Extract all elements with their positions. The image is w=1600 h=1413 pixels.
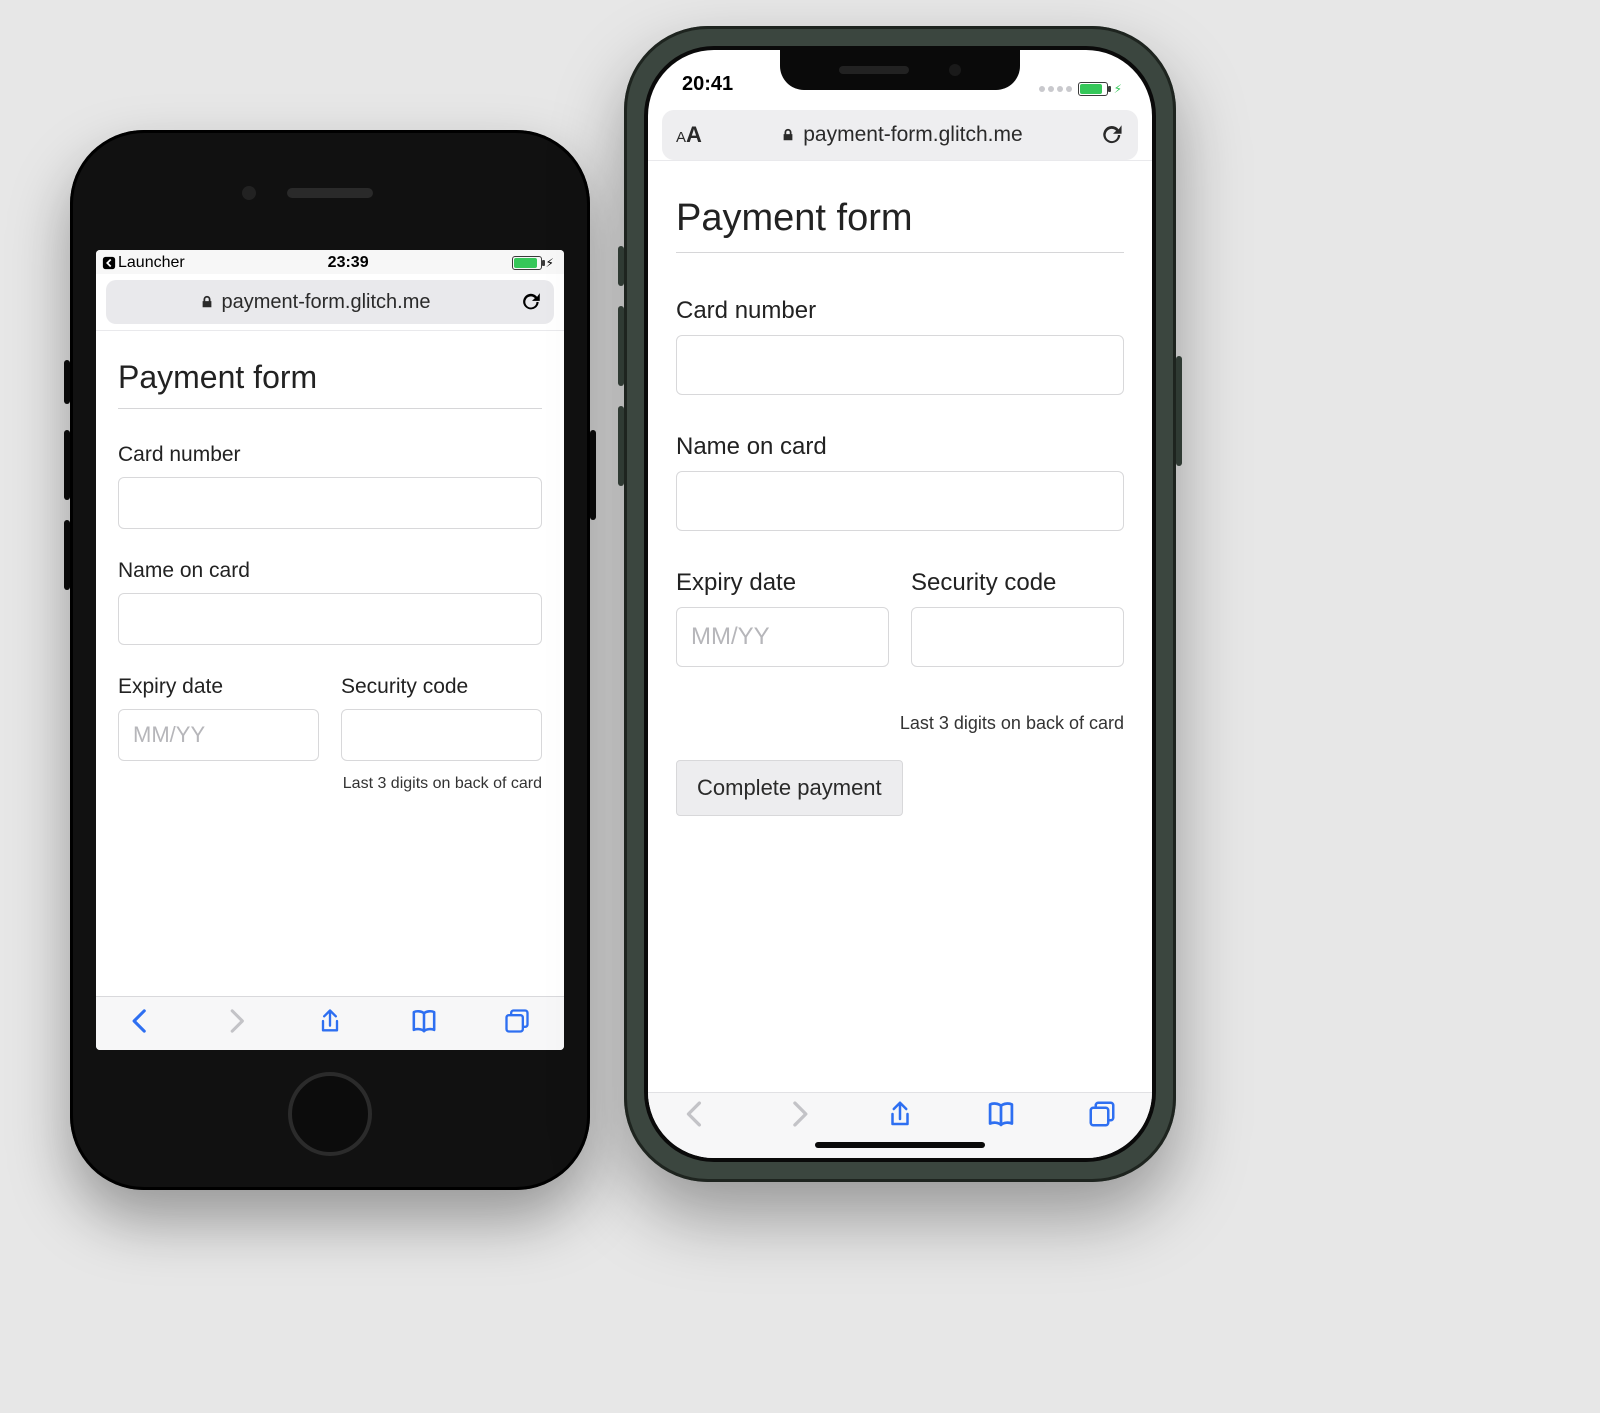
page-title: Payment form — [118, 359, 542, 409]
nav-back-button[interactable] — [129, 1007, 157, 1040]
page-title: Payment form — [676, 197, 1124, 253]
bookmarks-button[interactable] — [410, 1007, 438, 1040]
name-on-card-field: Name on card — [118, 559, 542, 645]
expiry-input[interactable] — [118, 709, 319, 761]
mute-switch — [64, 360, 70, 404]
expiry-label: Expiry date — [676, 569, 889, 597]
power-button — [590, 430, 596, 520]
cvc-input[interactable] — [341, 709, 542, 761]
tabs-icon — [503, 1007, 531, 1035]
address-bar[interactable]: AA payment-form.glitch.me — [662, 110, 1138, 160]
cvc-field: Security code — [341, 675, 542, 761]
speaker-grille — [287, 188, 373, 198]
home-button[interactable] — [288, 1072, 372, 1156]
front-camera — [242, 186, 256, 200]
complete-payment-button[interactable]: Complete payment — [676, 760, 903, 816]
bezel: 20:41 ⚡︎ AA payment-form.glitch.me P — [644, 46, 1156, 1162]
cvc-hint: Last 3 digits on back of card — [676, 713, 1124, 734]
tabs-icon — [1087, 1099, 1117, 1129]
charging-icon: ⚡︎ — [1114, 82, 1122, 96]
expiry-field: Expiry date — [118, 675, 319, 761]
share-button[interactable] — [885, 1099, 915, 1134]
book-icon — [410, 1007, 438, 1035]
web-content: Payment form Card number Name on card Ex… — [96, 330, 564, 996]
reload-icon[interactable] — [1102, 124, 1124, 146]
expiry-cvc-row: Expiry date Security code — [118, 675, 542, 767]
expiry-input[interactable] — [676, 607, 889, 667]
chevron-left-icon — [683, 1099, 713, 1129]
expiry-cvc-row: Expiry date Security code — [676, 569, 1124, 705]
card-number-input[interactable] — [118, 477, 542, 529]
nav-forward-button[interactable] — [222, 1007, 250, 1040]
status-time: 20:41 — [682, 73, 733, 96]
tabs-button[interactable] — [503, 1007, 531, 1040]
address-bar[interactable]: payment-form.glitch.me — [106, 280, 554, 324]
nav-forward-button[interactable] — [784, 1099, 814, 1134]
chevron-left-icon — [129, 1007, 157, 1035]
status-time: 23:39 — [328, 254, 369, 272]
address-url: payment-form.glitch.me — [222, 291, 431, 314]
card-number-field: Card number — [676, 297, 1124, 395]
card-number-input[interactable] — [676, 335, 1124, 395]
expiry-label: Expiry date — [118, 675, 319, 699]
card-number-label: Card number — [118, 443, 542, 467]
back-to-app[interactable]: Launcher — [102, 254, 185, 272]
notch — [780, 50, 1020, 90]
name-on-card-label: Name on card — [676, 433, 1124, 461]
card-number-field: Card number — [118, 443, 542, 529]
status-bar: Launcher 23:39 ⚡︎ — [96, 250, 564, 274]
volume-up — [64, 430, 70, 500]
cvc-label: Security code — [911, 569, 1124, 597]
front-camera — [949, 64, 961, 76]
share-icon — [316, 1007, 344, 1035]
expiry-field: Expiry date — [676, 569, 889, 667]
battery-icon — [512, 256, 542, 270]
book-icon — [986, 1099, 1016, 1129]
safari-toolbar — [96, 996, 564, 1050]
back-chip-icon — [102, 256, 116, 270]
screen: 20:41 ⚡︎ AA payment-form.glitch.me P — [648, 50, 1152, 1158]
chevron-right-icon — [222, 1007, 250, 1035]
volume-down — [618, 406, 624, 486]
tabs-button[interactable] — [1087, 1099, 1117, 1134]
home-indicator[interactable] — [815, 1142, 985, 1148]
cvc-hint: Last 3 digits on back of card — [118, 775, 542, 793]
back-to-app-label: Launcher — [118, 254, 185, 272]
lock-icon — [200, 295, 214, 309]
iphone11-device: 20:41 ⚡︎ AA payment-form.glitch.me P — [624, 26, 1176, 1182]
speaker-grille — [839, 66, 909, 74]
screen: Launcher 23:39 ⚡︎ payment-form.glitch.me… — [96, 250, 564, 1050]
chevron-right-icon — [784, 1099, 814, 1129]
name-on-card-input[interactable] — [118, 593, 542, 645]
address-url: payment-form.glitch.me — [803, 123, 1022, 147]
reader-aa-button[interactable]: AA — [676, 122, 702, 148]
bookmarks-button[interactable] — [986, 1099, 1016, 1134]
iphone8-device: Launcher 23:39 ⚡︎ payment-form.glitch.me… — [70, 130, 590, 1190]
volume-down — [64, 520, 70, 590]
cvc-input[interactable] — [911, 607, 1124, 667]
signal-icon — [1039, 86, 1072, 92]
reload-icon[interactable] — [522, 292, 542, 312]
web-content: Payment form Card number Name on card Ex… — [648, 160, 1152, 1092]
share-icon — [885, 1099, 915, 1129]
name-on-card-label: Name on card — [118, 559, 542, 583]
nav-back-button[interactable] — [683, 1099, 713, 1134]
cvc-label: Security code — [341, 675, 542, 699]
name-on-card-field: Name on card — [676, 433, 1124, 531]
mute-switch — [618, 246, 624, 286]
name-on-card-input[interactable] — [676, 471, 1124, 531]
battery-icon — [1078, 82, 1108, 96]
power-button — [1176, 356, 1182, 466]
card-number-label: Card number — [676, 297, 1124, 325]
charging-icon: ⚡︎ — [546, 256, 554, 270]
lock-icon — [781, 128, 795, 142]
share-button[interactable] — [316, 1007, 344, 1040]
volume-up — [618, 306, 624, 386]
safari-toolbar — [648, 1092, 1152, 1158]
cvc-field: Security code — [911, 569, 1124, 667]
